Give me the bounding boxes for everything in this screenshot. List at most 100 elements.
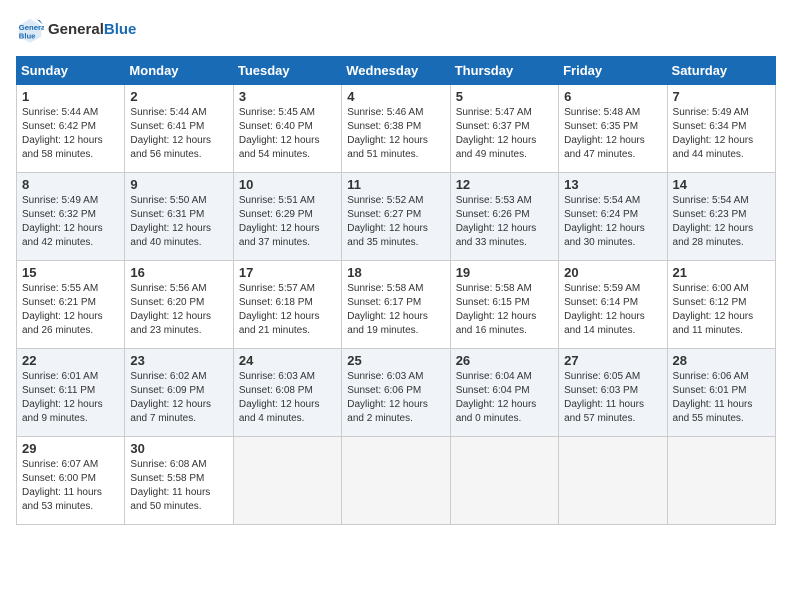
calendar-day-cell: 26 Sunrise: 6:04 AMSunset: 6:04 PMDayligh… bbox=[450, 349, 558, 437]
calendar-day-cell: 11 Sunrise: 5:52 AMSunset: 6:27 PMDayligh… bbox=[342, 173, 450, 261]
day-detail: Sunrise: 6:00 AMSunset: 6:12 PMDaylight:… bbox=[673, 283, 754, 336]
day-detail: Sunrise: 5:59 AMSunset: 6:14 PMDaylight:… bbox=[564, 283, 645, 336]
calendar-day-cell: 18 Sunrise: 5:58 AMSunset: 6:17 PMDayligh… bbox=[342, 261, 450, 349]
day-number: 13 bbox=[564, 177, 661, 192]
calendar-body: 1Sunrise: 5:44 AMSunset: 6:42 PMDaylight… bbox=[17, 85, 776, 525]
day-of-week-header: Monday bbox=[125, 57, 233, 85]
day-number: 2 bbox=[130, 89, 227, 104]
day-number: 26 bbox=[456, 353, 553, 368]
day-detail: Sunrise: 5:44 AMSunset: 6:41 PMDaylight:… bbox=[130, 107, 211, 160]
day-detail: Sunrise: 6:02 AMSunset: 6:09 PMDaylight:… bbox=[130, 371, 211, 424]
calendar-day-cell: 16Sunrise: 5:56 AMSunset: 6:20 PMDayligh… bbox=[125, 261, 233, 349]
empty-cell bbox=[342, 437, 450, 525]
day-detail: Sunrise: 5:49 AMSunset: 6:32 PMDaylight:… bbox=[22, 195, 103, 248]
day-number: 11 bbox=[347, 177, 444, 192]
calendar-day-cell: 21 Sunrise: 6:00 AMSunset: 6:12 PMDayligh… bbox=[667, 261, 775, 349]
day-number: 15 bbox=[22, 265, 119, 280]
day-number: 29 bbox=[22, 441, 119, 456]
empty-cell bbox=[559, 437, 667, 525]
day-number: 7 bbox=[673, 89, 770, 104]
day-detail: Sunrise: 5:58 AMSunset: 6:15 PMDaylight:… bbox=[456, 283, 537, 336]
day-detail: Sunrise: 5:47 AMSunset: 6:37 PMDaylight:… bbox=[456, 107, 537, 160]
calendar-table: SundayMondayTuesdayWednesdayThursdayFrid… bbox=[16, 56, 776, 525]
calendar-day-cell: 4 Sunrise: 5:46 AMSunset: 6:38 PMDaylight… bbox=[342, 85, 450, 173]
day-of-week-header: Thursday bbox=[450, 57, 558, 85]
logo-text: GeneralBlue bbox=[48, 22, 136, 39]
logo-icon: General Blue bbox=[16, 16, 44, 44]
calendar-day-cell: 14 Sunrise: 5:54 AMSunset: 6:23 PMDayligh… bbox=[667, 173, 775, 261]
day-number: 14 bbox=[673, 177, 770, 192]
day-number: 27 bbox=[564, 353, 661, 368]
svg-text:General: General bbox=[19, 23, 44, 32]
day-detail: Sunrise: 5:57 AMSunset: 6:18 PMDaylight:… bbox=[239, 283, 320, 336]
day-number: 18 bbox=[347, 265, 444, 280]
calendar-week-row: 22Sunrise: 6:01 AMSunset: 6:11 PMDayligh… bbox=[17, 349, 776, 437]
calendar-day-cell: 3Sunrise: 5:45 AMSunset: 6:40 PMDaylight… bbox=[233, 85, 341, 173]
calendar-day-cell: 17 Sunrise: 5:57 AMSunset: 6:18 PMDayligh… bbox=[233, 261, 341, 349]
calendar-day-cell: 29 Sunrise: 6:07 AMSunset: 6:00 PMDayligh… bbox=[17, 437, 125, 525]
day-detail: Sunrise: 5:54 AMSunset: 6:24 PMDaylight:… bbox=[564, 195, 645, 248]
calendar-day-cell: 19Sunrise: 5:58 AMSunset: 6:15 PMDayligh… bbox=[450, 261, 558, 349]
day-number: 6 bbox=[564, 89, 661, 104]
day-detail: Sunrise: 6:08 AMSunset: 5:58 PMDaylight:… bbox=[130, 459, 210, 512]
day-of-week-header: Saturday bbox=[667, 57, 775, 85]
day-detail: Sunrise: 6:04 AMSunset: 6:04 PMDaylight:… bbox=[456, 371, 537, 424]
calendar-day-cell: 22Sunrise: 6:01 AMSunset: 6:11 PMDayligh… bbox=[17, 349, 125, 437]
calendar-day-cell: 28 Sunrise: 6:06 AMSunset: 6:01 PMDayligh… bbox=[667, 349, 775, 437]
header: General Blue GeneralBlue bbox=[16, 16, 776, 44]
day-detail: Sunrise: 5:46 AMSunset: 6:38 PMDaylight:… bbox=[347, 107, 428, 160]
day-number: 4 bbox=[347, 89, 444, 104]
day-detail: Sunrise: 6:07 AMSunset: 6:00 PMDaylight:… bbox=[22, 459, 102, 512]
calendar-day-cell: 6 Sunrise: 5:48 AMSunset: 6:35 PMDaylight… bbox=[559, 85, 667, 173]
empty-cell bbox=[450, 437, 558, 525]
day-detail: Sunrise: 5:55 AMSunset: 6:21 PMDaylight:… bbox=[22, 283, 103, 336]
day-detail: Sunrise: 6:05 AMSunset: 6:03 PMDaylight:… bbox=[564, 371, 644, 424]
day-number: 28 bbox=[673, 353, 770, 368]
calendar-day-cell: 10 Sunrise: 5:51 AMSunset: 6:29 PMDayligh… bbox=[233, 173, 341, 261]
day-number: 25 bbox=[347, 353, 444, 368]
calendar-day-cell: 1Sunrise: 5:44 AMSunset: 6:42 PMDaylight… bbox=[17, 85, 125, 173]
day-detail: Sunrise: 5:48 AMSunset: 6:35 PMDaylight:… bbox=[564, 107, 645, 160]
calendar-day-cell: 13 Sunrise: 5:54 AMSunset: 6:24 PMDayligh… bbox=[559, 173, 667, 261]
calendar-day-cell: 2 Sunrise: 5:44 AMSunset: 6:41 PMDaylight… bbox=[125, 85, 233, 173]
day-detail: Sunrise: 5:50 AMSunset: 6:31 PMDaylight:… bbox=[130, 195, 211, 248]
day-detail: Sunrise: 6:03 AMSunset: 6:08 PMDaylight:… bbox=[239, 371, 320, 424]
calendar-week-row: 8 Sunrise: 5:49 AMSunset: 6:32 PMDaylight… bbox=[17, 173, 776, 261]
day-number: 23 bbox=[130, 353, 227, 368]
logo: General Blue GeneralBlue bbox=[16, 16, 136, 44]
day-detail: Sunrise: 5:49 AMSunset: 6:34 PMDaylight:… bbox=[673, 107, 754, 160]
day-detail: Sunrise: 6:06 AMSunset: 6:01 PMDaylight:… bbox=[673, 371, 753, 424]
day-detail: Sunrise: 5:44 AMSunset: 6:42 PMDaylight:… bbox=[22, 107, 103, 160]
day-number: 20 bbox=[564, 265, 661, 280]
day-number: 12 bbox=[456, 177, 553, 192]
day-detail: Sunrise: 5:53 AMSunset: 6:26 PMDaylight:… bbox=[456, 195, 537, 248]
day-detail: Sunrise: 5:52 AMSunset: 6:27 PMDaylight:… bbox=[347, 195, 428, 248]
day-of-week-header: Friday bbox=[559, 57, 667, 85]
day-detail: Sunrise: 5:56 AMSunset: 6:20 PMDaylight:… bbox=[130, 283, 211, 336]
calendar-day-cell: 7 Sunrise: 5:49 AMSunset: 6:34 PMDaylight… bbox=[667, 85, 775, 173]
calendar-week-row: 29 Sunrise: 6:07 AMSunset: 6:00 PMDayligh… bbox=[17, 437, 776, 525]
calendar-week-row: 1Sunrise: 5:44 AMSunset: 6:42 PMDaylight… bbox=[17, 85, 776, 173]
empty-cell bbox=[667, 437, 775, 525]
day-number: 24 bbox=[239, 353, 336, 368]
day-number: 30 bbox=[130, 441, 227, 456]
calendar-day-cell: 5Sunrise: 5:47 AMSunset: 6:37 PMDaylight… bbox=[450, 85, 558, 173]
day-of-week-header: Sunday bbox=[17, 57, 125, 85]
calendar-day-cell: 20 Sunrise: 5:59 AMSunset: 6:14 PMDayligh… bbox=[559, 261, 667, 349]
day-number: 8 bbox=[22, 177, 119, 192]
calendar-header-row: SundayMondayTuesdayWednesdayThursdayFrid… bbox=[17, 57, 776, 85]
day-detail: Sunrise: 5:54 AMSunset: 6:23 PMDaylight:… bbox=[673, 195, 754, 248]
calendar-day-cell: 9 Sunrise: 5:50 AMSunset: 6:31 PMDaylight… bbox=[125, 173, 233, 261]
day-detail: Sunrise: 5:58 AMSunset: 6:17 PMDaylight:… bbox=[347, 283, 428, 336]
day-detail: Sunrise: 6:03 AMSunset: 6:06 PMDaylight:… bbox=[347, 371, 428, 424]
day-detail: Sunrise: 5:51 AMSunset: 6:29 PMDaylight:… bbox=[239, 195, 320, 248]
empty-cell bbox=[233, 437, 341, 525]
calendar-day-cell: 25 Sunrise: 6:03 AMSunset: 6:06 PMDayligh… bbox=[342, 349, 450, 437]
day-number: 17 bbox=[239, 265, 336, 280]
day-number: 10 bbox=[239, 177, 336, 192]
day-number: 21 bbox=[673, 265, 770, 280]
calendar-day-cell: 15 Sunrise: 5:55 AMSunset: 6:21 PMDayligh… bbox=[17, 261, 125, 349]
day-detail: Sunrise: 5:45 AMSunset: 6:40 PMDaylight:… bbox=[239, 107, 320, 160]
day-number: 9 bbox=[130, 177, 227, 192]
svg-text:Blue: Blue bbox=[19, 31, 36, 40]
